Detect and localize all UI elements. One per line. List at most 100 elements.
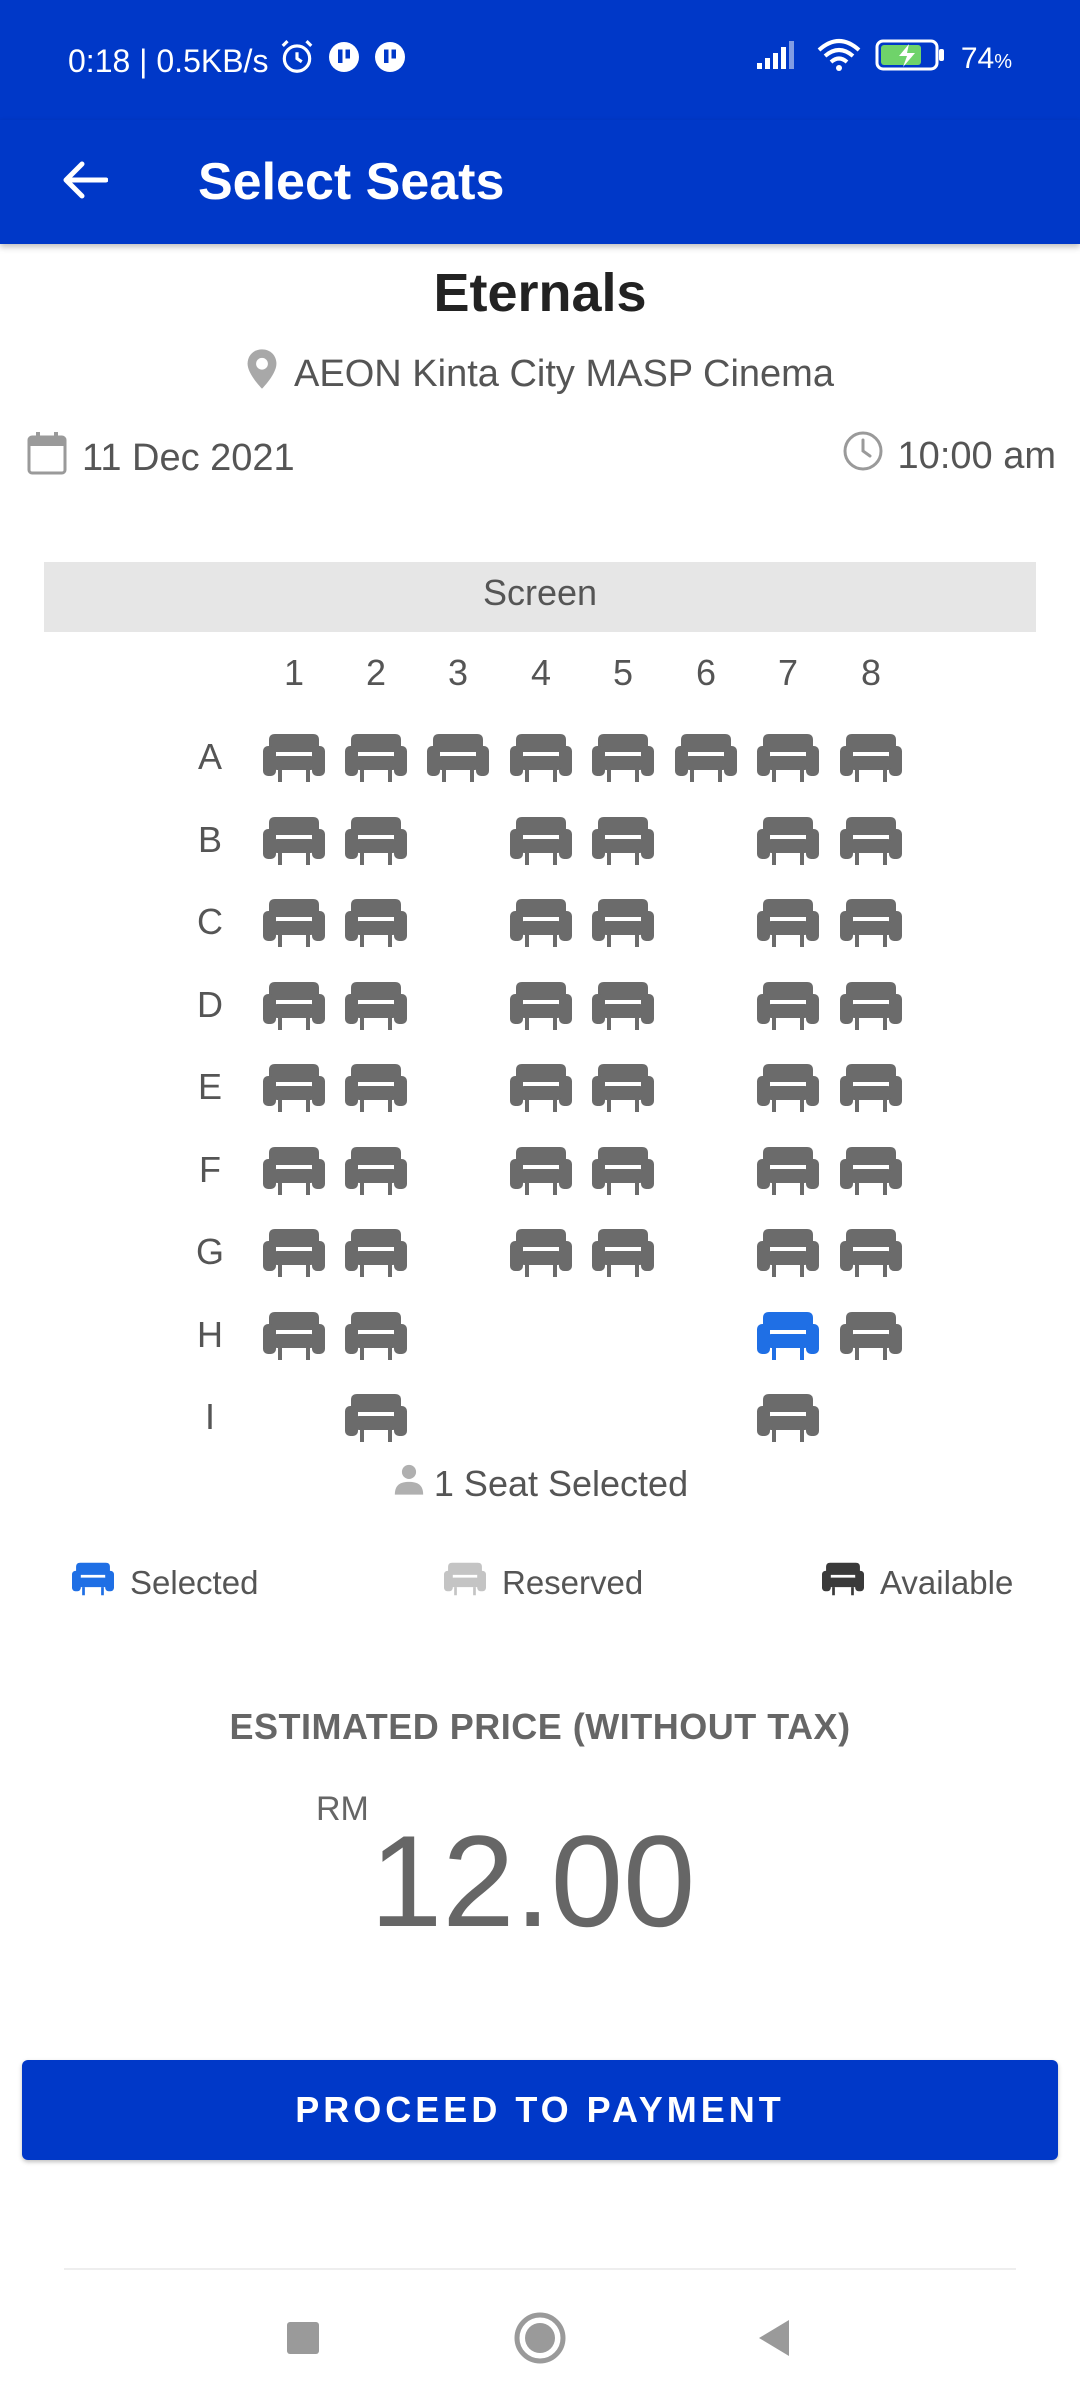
battery-unit: % [994, 51, 1012, 73]
showtime-time: 10:00 am [842, 430, 1056, 482]
seat-F5-available[interactable] [592, 1143, 654, 1199]
seat-E8-available[interactable] [840, 1060, 902, 1116]
seat-column-label: 4 [530, 652, 552, 693]
seat-C4-available[interactable] [510, 895, 572, 951]
seat-A3-available[interactable] [427, 730, 489, 786]
page: 0:18 | 0.5KB/s 74% Select Seats Eternals… [0, 0, 1080, 2400]
app-notification-icon [372, 39, 408, 83]
legend-reserved-label: Reserved [502, 1564, 644, 1601]
seat-E1-available[interactable] [263, 1060, 325, 1116]
seat-B4-available[interactable] [510, 813, 572, 869]
legend-selected: Selected [72, 1560, 258, 1606]
seat-G7-available[interactable] [757, 1225, 819, 1281]
seat-F2-available[interactable] [345, 1143, 407, 1199]
seat-C1-available[interactable] [263, 895, 325, 951]
recent-apps-button[interactable] [253, 2300, 353, 2380]
seat-reserved-icon [444, 1560, 486, 1606]
seat-column-label: 2 [365, 652, 387, 693]
seat-A6-available[interactable] [675, 730, 737, 786]
calendar-icon [26, 430, 68, 486]
seat-G8-available[interactable] [840, 1225, 902, 1281]
status-time-speed: 0:18 | 0.5KB/s [68, 42, 269, 79]
time-text: 10:00 am [897, 434, 1056, 477]
seat-C2-available[interactable] [345, 895, 407, 951]
seat-F7-available[interactable] [757, 1143, 819, 1199]
seat-row-label: F [199, 1148, 221, 1190]
seat-F8-available[interactable] [840, 1143, 902, 1199]
seat-E7-available[interactable] [757, 1060, 819, 1116]
legend-reserved: Reserved [444, 1560, 643, 1606]
seat-column-label: 7 [777, 652, 799, 693]
seat-E2-available[interactable] [345, 1060, 407, 1116]
seat-C7-available[interactable] [757, 895, 819, 951]
seat-row-label: I [204, 1396, 215, 1437]
seat-H8-available[interactable] [840, 1308, 902, 1364]
seat-C8-available[interactable] [840, 895, 902, 951]
seat-A8-available[interactable] [840, 730, 902, 786]
screen-indicator: Screen [44, 562, 1036, 632]
seat-B2-available[interactable] [345, 813, 407, 869]
price-label: ESTIMATED PRICE (WITHOUT TAX) [229, 1706, 851, 1747]
seat-F1-available[interactable] [263, 1143, 325, 1199]
location-pin-icon [246, 348, 278, 400]
person-icon [392, 1462, 426, 1505]
seat-column-label: 3 [447, 652, 469, 693]
seat-G4-available[interactable] [510, 1225, 572, 1281]
seat-E5-available[interactable] [592, 1060, 654, 1116]
seat-row-label: E [197, 1066, 222, 1107]
seat-selected-icon [72, 1560, 114, 1606]
movie-title: Eternals [433, 263, 647, 323]
seat-C5-available[interactable] [592, 895, 654, 951]
back-button[interactable] [44, 142, 124, 222]
price-amount: 12.00 [370, 1808, 696, 1954]
seat-A4-available[interactable] [510, 730, 572, 786]
cinema-name: AEON Kinta City MASP Cinema [294, 352, 834, 395]
seat-G2-available[interactable] [345, 1225, 407, 1281]
seat-D7-available[interactable] [757, 978, 819, 1034]
arrow-left-icon [60, 160, 109, 205]
seat-G5-available[interactable] [592, 1225, 654, 1281]
seat-D8-available[interactable] [840, 978, 902, 1034]
app-notification-icon [326, 39, 362, 83]
seat-H7-selected[interactable] [757, 1308, 819, 1364]
seat-A2-available[interactable] [345, 730, 407, 786]
seat-row-label: A [197, 736, 222, 777]
seat-B1-available[interactable] [263, 813, 325, 869]
seat-D5-available[interactable] [592, 978, 654, 1034]
date-text: 11 Dec 2021 [82, 436, 295, 479]
seat-available-icon [822, 1560, 864, 1606]
seat-count: 1 Seat Selected [0, 1462, 1080, 1505]
seat-A1-available[interactable] [263, 730, 325, 786]
app-bar: Select Seats [0, 120, 1080, 244]
seat-I7-available[interactable] [757, 1390, 819, 1446]
seat-D4-available[interactable] [510, 978, 572, 1034]
seat-B7-available[interactable] [757, 813, 819, 869]
seat-D1-available[interactable] [263, 978, 325, 1034]
seat-H2-available[interactable] [345, 1308, 407, 1364]
proceed-to-payment-button[interactable]: PROCEED TO PAYMENT [22, 2060, 1058, 2160]
seat-row-label: G [195, 1231, 224, 1272]
seat-D2-available[interactable] [345, 978, 407, 1034]
legend-available-label: Available [880, 1564, 1014, 1601]
cinema-info: AEON Kinta City MASP Cinema [0, 348, 1080, 400]
seat-B8-available[interactable] [840, 813, 902, 869]
back-nav-button[interactable] [724, 2300, 824, 2380]
seat-F4-available[interactable] [510, 1143, 572, 1199]
square-icon [285, 2320, 321, 2361]
alarm-icon [278, 38, 316, 84]
page-title: Select Seats [198, 153, 505, 211]
seat-E4-available[interactable] [510, 1060, 572, 1116]
home-button[interactable] [490, 2300, 590, 2380]
status-left: 0:18 | 0.5KB/s [68, 38, 408, 84]
seat-H1-available[interactable] [263, 1308, 325, 1364]
legend-available: Available [822, 1560, 1013, 1606]
seat-A5-available[interactable] [592, 730, 654, 786]
seat-I2-available[interactable] [345, 1390, 407, 1446]
seat-B5-available[interactable] [592, 813, 654, 869]
seat-row-label: H [197, 1313, 223, 1355]
seat-A7-available[interactable] [757, 730, 819, 786]
seat-column-label: 6 [695, 652, 717, 693]
seat-G1-available[interactable] [263, 1225, 325, 1281]
battery-level: 74% [961, 42, 1012, 76]
seat-row-label: B [197, 818, 222, 860]
